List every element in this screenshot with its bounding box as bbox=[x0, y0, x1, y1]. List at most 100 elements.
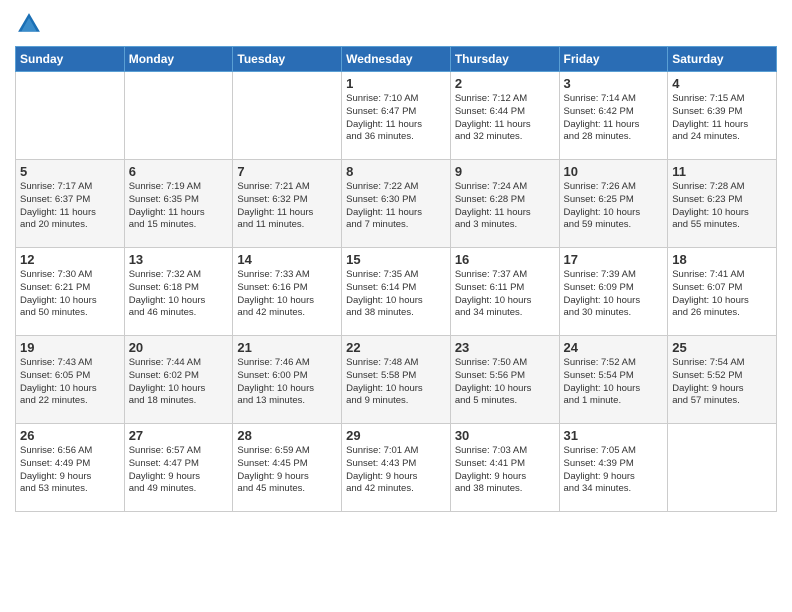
day-number: 11 bbox=[672, 164, 772, 179]
day-number: 8 bbox=[346, 164, 446, 179]
day-cell: 25 Sunrise: 7:54 AMSunset: 5:52 PMDayligh… bbox=[668, 336, 777, 424]
week-row-3: 19 Sunrise: 7:43 AMSunset: 6:05 PMDayligh… bbox=[16, 336, 777, 424]
day-number: 27 bbox=[129, 428, 229, 443]
day-cell: 24 Sunrise: 7:52 AMSunset: 5:54 PMDayligh… bbox=[559, 336, 668, 424]
day-info: Sunrise: 7:48 AMSunset: 5:58 PMDaylight:… bbox=[346, 357, 446, 408]
day-info: Sunrise: 7:44 AMSunset: 6:02 PMDaylight:… bbox=[129, 357, 229, 408]
day-number: 22 bbox=[346, 340, 446, 355]
day-cell: 31Sunrise: 7:05 AMSunset: 4:39 PMDayligh… bbox=[559, 424, 668, 512]
calendar-table: SundayMondayTuesdayWednesdayThursdayFrid… bbox=[15, 46, 777, 512]
day-number: 10 bbox=[564, 164, 664, 179]
col-header-wednesday: Wednesday bbox=[342, 47, 451, 72]
col-header-sunday: Sunday bbox=[16, 47, 125, 72]
day-cell bbox=[16, 72, 125, 160]
day-cell: 11 Sunrise: 7:28 AMSunset: 6:23 PMDayligh… bbox=[668, 160, 777, 248]
day-cell: 30 Sunrise: 7:03 AMSunset: 4:41 PMDayligh… bbox=[450, 424, 559, 512]
day-info: Sunrise: 7:17 AMSunset: 6:37 PMDaylight:… bbox=[20, 181, 120, 232]
day-number: 21 bbox=[237, 340, 337, 355]
day-number: 28 bbox=[237, 428, 337, 443]
day-cell: 15 Sunrise: 7:35 AMSunset: 6:14 PMDayligh… bbox=[342, 248, 451, 336]
day-info: Sunrise: 7:50 AMSunset: 5:56 PMDaylight:… bbox=[455, 357, 555, 408]
day-number: 7 bbox=[237, 164, 337, 179]
day-info: Sunrise: 6:59 AMSunset: 4:45 PMDaylight:… bbox=[237, 445, 337, 496]
day-number: 18 bbox=[672, 252, 772, 267]
day-info: Sunrise: 7:43 AMSunset: 6:05 PMDaylight:… bbox=[20, 357, 120, 408]
day-info: Sunrise: 7:01 AMSunset: 4:43 PMDaylight:… bbox=[346, 445, 446, 496]
day-cell: 20Sunrise: 7:44 AMSunset: 6:02 PMDayligh… bbox=[124, 336, 233, 424]
calendar-header-row: SundayMondayTuesdayWednesdayThursdayFrid… bbox=[16, 47, 777, 72]
day-info: Sunrise: 6:57 AMSunset: 4:47 PMDaylight:… bbox=[129, 445, 229, 496]
logo bbox=[15, 10, 47, 38]
day-info: Sunrise: 7:14 AMSunset: 6:42 PMDaylight:… bbox=[564, 93, 664, 144]
day-info: Sunrise: 7:54 AMSunset: 5:52 PMDaylight:… bbox=[672, 357, 772, 408]
day-number: 12 bbox=[20, 252, 120, 267]
day-number: 29 bbox=[346, 428, 446, 443]
day-cell: 5 Sunrise: 7:17 AMSunset: 6:37 PMDaylight… bbox=[16, 160, 125, 248]
day-info: Sunrise: 7:41 AMSunset: 6:07 PMDaylight:… bbox=[672, 269, 772, 320]
day-number: 15 bbox=[346, 252, 446, 267]
day-info: Sunrise: 7:05 AMSunset: 4:39 PMDaylight:… bbox=[564, 445, 664, 496]
day-cell: 3 Sunrise: 7:14 AMSunset: 6:42 PMDaylight… bbox=[559, 72, 668, 160]
week-row-4: 26 Sunrise: 6:56 AMSunset: 4:49 PMDayligh… bbox=[16, 424, 777, 512]
day-cell: 10Sunrise: 7:26 AMSunset: 6:25 PMDayligh… bbox=[559, 160, 668, 248]
day-info: Sunrise: 7:10 AMSunset: 6:47 PMDaylight:… bbox=[346, 93, 446, 144]
day-cell: 13 Sunrise: 7:32 AMSunset: 6:18 PMDayligh… bbox=[124, 248, 233, 336]
day-info: Sunrise: 7:35 AMSunset: 6:14 PMDaylight:… bbox=[346, 269, 446, 320]
day-cell: 26 Sunrise: 6:56 AMSunset: 4:49 PMDayligh… bbox=[16, 424, 125, 512]
day-cell bbox=[124, 72, 233, 160]
col-header-friday: Friday bbox=[559, 47, 668, 72]
day-cell: 29 Sunrise: 7:01 AMSunset: 4:43 PMDayligh… bbox=[342, 424, 451, 512]
day-cell: 4 Sunrise: 7:15 AMSunset: 6:39 PMDaylight… bbox=[668, 72, 777, 160]
day-cell bbox=[668, 424, 777, 512]
day-number: 26 bbox=[20, 428, 120, 443]
day-info: Sunrise: 7:30 AMSunset: 6:21 PMDaylight:… bbox=[20, 269, 120, 320]
day-cell: 18 Sunrise: 7:41 AMSunset: 6:07 PMDayligh… bbox=[668, 248, 777, 336]
day-cell: 17Sunrise: 7:39 AMSunset: 6:09 PMDayligh… bbox=[559, 248, 668, 336]
day-number: 24 bbox=[564, 340, 664, 355]
day-number: 23 bbox=[455, 340, 555, 355]
week-row-0: 1Sunrise: 7:10 AMSunset: 6:47 PMDaylight… bbox=[16, 72, 777, 160]
day-info: Sunrise: 7:12 AMSunset: 6:44 PMDaylight:… bbox=[455, 93, 555, 144]
day-cell: 12 Sunrise: 7:30 AMSunset: 6:21 PMDayligh… bbox=[16, 248, 125, 336]
day-info: Sunrise: 7:28 AMSunset: 6:23 PMDaylight:… bbox=[672, 181, 772, 232]
day-number: 6 bbox=[129, 164, 229, 179]
day-number: 19 bbox=[20, 340, 120, 355]
day-number: 2 bbox=[455, 76, 555, 91]
day-cell: 14 Sunrise: 7:33 AMSunset: 6:16 PMDayligh… bbox=[233, 248, 342, 336]
day-info: Sunrise: 7:24 AMSunset: 6:28 PMDaylight:… bbox=[455, 181, 555, 232]
day-number: 5 bbox=[20, 164, 120, 179]
day-info: Sunrise: 6:56 AMSunset: 4:49 PMDaylight:… bbox=[20, 445, 120, 496]
day-number: 14 bbox=[237, 252, 337, 267]
day-info: Sunrise: 7:22 AMSunset: 6:30 PMDaylight:… bbox=[346, 181, 446, 232]
day-cell: 7 Sunrise: 7:21 AMSunset: 6:32 PMDaylight… bbox=[233, 160, 342, 248]
week-row-2: 12 Sunrise: 7:30 AMSunset: 6:21 PMDayligh… bbox=[16, 248, 777, 336]
day-number: 4 bbox=[672, 76, 772, 91]
day-cell: 16 Sunrise: 7:37 AMSunset: 6:11 PMDayligh… bbox=[450, 248, 559, 336]
day-number: 30 bbox=[455, 428, 555, 443]
day-cell: 1Sunrise: 7:10 AMSunset: 6:47 PMDaylight… bbox=[342, 72, 451, 160]
day-number: 3 bbox=[564, 76, 664, 91]
day-number: 25 bbox=[672, 340, 772, 355]
col-header-thursday: Thursday bbox=[450, 47, 559, 72]
logo-icon bbox=[15, 10, 43, 38]
day-info: Sunrise: 7:32 AMSunset: 6:18 PMDaylight:… bbox=[129, 269, 229, 320]
col-header-monday: Monday bbox=[124, 47, 233, 72]
day-info: Sunrise: 7:52 AMSunset: 5:54 PMDaylight:… bbox=[564, 357, 664, 408]
day-cell: 27 Sunrise: 6:57 AMSunset: 4:47 PMDayligh… bbox=[124, 424, 233, 512]
day-info: Sunrise: 7:46 AMSunset: 6:00 PMDaylight:… bbox=[237, 357, 337, 408]
day-cell: 22 Sunrise: 7:48 AMSunset: 5:58 PMDayligh… bbox=[342, 336, 451, 424]
day-cell bbox=[233, 72, 342, 160]
day-cell: 2 Sunrise: 7:12 AMSunset: 6:44 PMDaylight… bbox=[450, 72, 559, 160]
day-info: Sunrise: 7:15 AMSunset: 6:39 PMDaylight:… bbox=[672, 93, 772, 144]
page: SundayMondayTuesdayWednesdayThursdayFrid… bbox=[0, 0, 792, 612]
day-number: 13 bbox=[129, 252, 229, 267]
day-info: Sunrise: 7:03 AMSunset: 4:41 PMDaylight:… bbox=[455, 445, 555, 496]
day-number: 16 bbox=[455, 252, 555, 267]
day-info: Sunrise: 7:37 AMSunset: 6:11 PMDaylight:… bbox=[455, 269, 555, 320]
week-row-1: 5 Sunrise: 7:17 AMSunset: 6:37 PMDaylight… bbox=[16, 160, 777, 248]
day-info: Sunrise: 7:33 AMSunset: 6:16 PMDaylight:… bbox=[237, 269, 337, 320]
day-number: 9 bbox=[455, 164, 555, 179]
day-cell: 23 Sunrise: 7:50 AMSunset: 5:56 PMDayligh… bbox=[450, 336, 559, 424]
day-number: 17 bbox=[564, 252, 664, 267]
day-info: Sunrise: 7:21 AMSunset: 6:32 PMDaylight:… bbox=[237, 181, 337, 232]
